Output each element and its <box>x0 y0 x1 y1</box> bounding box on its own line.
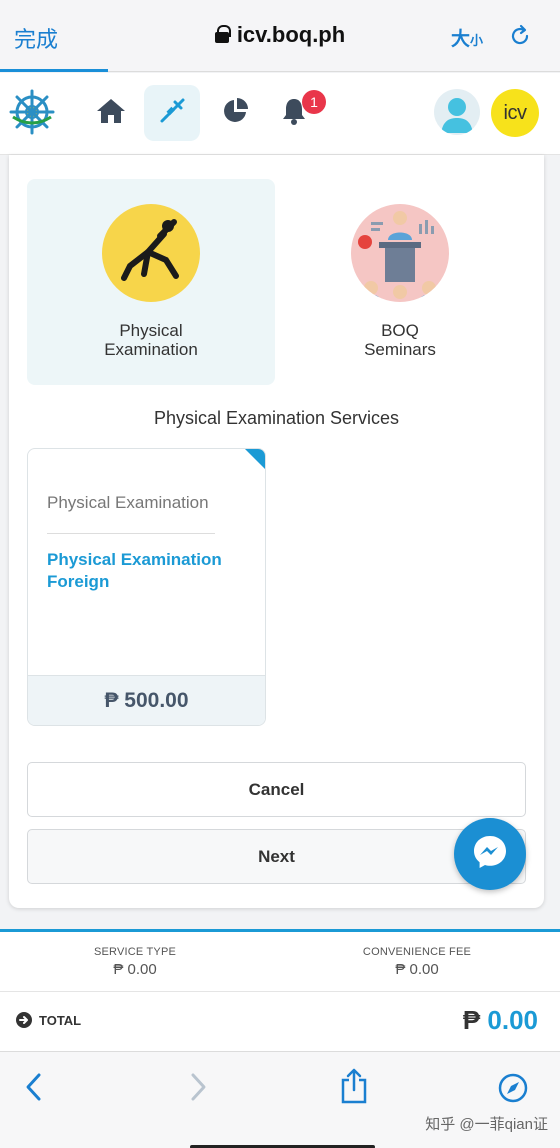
app-header: 1 icv <box>0 73 560 155</box>
lock-icon <box>214 25 231 43</box>
service-label-line2: Examination <box>104 340 198 359</box>
package-name: Physical Examination <box>47 493 209 512</box>
selected-corner-marker <box>245 449 265 469</box>
total-currency: ₱ <box>462 1005 481 1035</box>
package-card[interactable]: Physical Examination Physical Examinatio… <box>27 448 266 726</box>
service-label-line2: Seminars <box>364 340 436 359</box>
service-label: BOQ Seminars <box>276 321 524 359</box>
browser-top-bar: 完成 icv.boq.ph 大小 <box>0 0 560 72</box>
text-size-button[interactable]: 大小 <box>451 24 483 51</box>
package-divider <box>47 533 215 534</box>
syringe-icon <box>158 97 186 130</box>
package-option-line2: Foreign <box>47 572 110 591</box>
section-title: Physical Examination Services <box>153 408 400 428</box>
package-price: ₱ 500.00 <box>28 675 265 725</box>
user-avatar-icon[interactable] <box>434 89 480 135</box>
service-selection-card: Physical Examination BOQ Seminars Physical… <box>9 155 544 908</box>
watermark-text: 知乎 @一菲qian证 <box>425 1116 548 1133</box>
summary-divider <box>0 991 560 992</box>
share-icon[interactable] <box>339 1068 369 1109</box>
text-size-big: 大 <box>451 29 471 50</box>
messenger-icon <box>470 832 510 877</box>
arrow-circle-icon <box>16 1012 32 1028</box>
service-type-label: SERVICE TYPE <box>93 946 177 958</box>
convenience-fee-summary: CONVENIENCE FEE ₱ 0.00 <box>297 946 537 978</box>
compass-icon[interactable] <box>497 1072 529 1109</box>
service-label: Physical Examination <box>27 321 275 359</box>
url-text: icv.boq.ph <box>236 22 346 47</box>
boq-logo-icon[interactable] <box>7 89 57 140</box>
forward-icon[interactable] <box>186 1072 210 1107</box>
service-label-line1: Physical <box>119 321 183 340</box>
cancel-button[interactable]: Cancel <box>27 762 526 817</box>
stretching-person-icon <box>102 204 200 302</box>
convenience-fee-value: ₱ 0.00 <box>395 961 439 978</box>
next-button[interactable]: Next <box>27 829 526 884</box>
service-type-value: ₱ 0.00 <box>113 961 157 978</box>
messenger-chat-button[interactable] <box>454 818 526 890</box>
package-option-line1: Physical Examination <box>47 550 222 569</box>
nav-reports[interactable] <box>207 85 263 141</box>
convenience-fee-label: CONVENIENCE FEE <box>362 946 472 958</box>
nav-vaccination[interactable] <box>144 85 200 141</box>
pie-chart-icon <box>221 97 249 130</box>
reload-icon[interactable] <box>508 24 532 53</box>
total-amount: 0.00 <box>487 1005 538 1035</box>
nav-home[interactable] <box>83 85 139 141</box>
browser-bottom-toolbar: 知乎 @一菲qian证 <box>0 1051 560 1148</box>
total-value: ₱ 0.00 <box>463 1005 538 1036</box>
seminar-speaker-icon <box>351 204 449 302</box>
total-label[interactable]: TOTAL <box>16 1012 81 1028</box>
home-icon <box>96 98 126 129</box>
page-load-progress <box>0 69 108 72</box>
total-label-text: TOTAL <box>39 1012 82 1028</box>
order-summary: SERVICE TYPE ₱ 0.00 CONVENIENCE FEE ₱ 0.… <box>0 929 560 1051</box>
service-tile-boq-seminars[interactable]: BOQ Seminars <box>276 179 524 385</box>
service-type-summary: SERVICE TYPE ₱ 0.00 <box>15 946 255 978</box>
service-tile-physical-examination[interactable]: Physical Examination <box>27 179 275 385</box>
back-icon[interactable] <box>22 1072 46 1107</box>
package-option: Physical Examination Foreign <box>47 549 247 593</box>
text-size-small: 小 <box>470 33 484 48</box>
notification-badge: 1 <box>302 90 326 114</box>
icv-brand-logo[interactable]: icv <box>491 89 539 137</box>
service-label-line1: BOQ <box>381 321 419 340</box>
